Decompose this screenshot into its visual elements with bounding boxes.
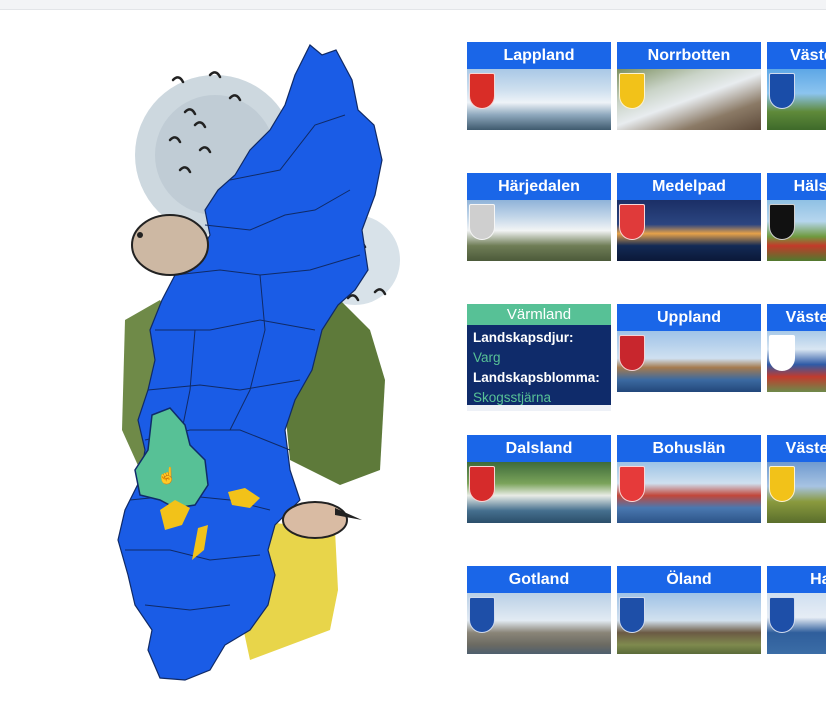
province-card[interactable]: Västerbotten xyxy=(767,42,826,130)
province-title: Hälsingland xyxy=(767,173,826,200)
province-card-hovered[interactable]: Värmland Landskapsdjur: Varg Landskapsbl… xyxy=(467,304,611,411)
browser-top-bar xyxy=(0,0,826,10)
province-card[interactable]: Halland xyxy=(767,566,826,654)
coat-of-arms-icon xyxy=(769,73,795,109)
province-title: Medelpad xyxy=(617,173,761,200)
coat-of-arms-icon xyxy=(469,73,495,109)
province-card[interactable]: Gotland xyxy=(467,566,611,654)
province-photo xyxy=(617,200,761,261)
coat-of-arms-icon xyxy=(769,597,795,633)
coat-of-arms-icon xyxy=(619,73,645,109)
province-title: Dalsland xyxy=(467,435,611,462)
coat-of-arms-icon xyxy=(769,335,795,371)
province-title: Värmland xyxy=(467,304,611,325)
flower-label: Landskapsblomma: xyxy=(473,370,600,385)
coat-of-arms-icon xyxy=(769,204,795,240)
province-title: Bohuslän xyxy=(617,435,761,462)
coat-of-arms-icon xyxy=(469,204,495,240)
province-photo xyxy=(767,331,826,392)
province-title: Västerbotten xyxy=(767,42,826,69)
province-title: Lappland xyxy=(467,42,611,69)
animal-value: Varg xyxy=(473,350,501,365)
province-card[interactable]: Öland xyxy=(617,566,761,654)
province-photo xyxy=(617,331,761,392)
province-card[interactable]: Uppland xyxy=(617,304,761,392)
province-card[interactable]: Västergötland xyxy=(767,304,826,392)
coat-of-arms-icon xyxy=(619,204,645,240)
province-photo xyxy=(767,462,826,523)
province-card[interactable]: Norrbotten xyxy=(617,42,761,130)
province-title: Norrbotten xyxy=(617,42,761,69)
province-title: Västergötland xyxy=(767,304,826,331)
coat-of-arms-icon xyxy=(469,466,495,502)
province-photo xyxy=(767,69,826,130)
province-title: Gotland xyxy=(467,566,611,593)
province-photo xyxy=(617,69,761,130)
province-info-panel: Landskapsdjur: Varg Landskapsblomma: Sko… xyxy=(467,325,611,405)
province-photo xyxy=(617,593,761,654)
province-card[interactable]: Bohuslän xyxy=(617,435,761,523)
coat-of-arms-icon xyxy=(469,597,495,633)
province-title: Härjedalen xyxy=(467,173,611,200)
coat-of-arms-icon xyxy=(619,597,645,633)
province-title: Öland xyxy=(617,566,761,593)
province-title: Halland xyxy=(767,566,826,593)
lemming-illustration xyxy=(131,214,209,276)
province-photo xyxy=(767,593,826,654)
bird-illustration xyxy=(282,501,348,539)
province-cards: Lappland Norrbotten Västerbotten Härjeda… xyxy=(467,42,826,682)
province-photo xyxy=(467,200,611,261)
province-card[interactable]: Dalsland xyxy=(467,435,611,523)
province-photo xyxy=(467,462,611,523)
province-photo xyxy=(467,69,611,130)
coat-of-arms-icon xyxy=(769,466,795,502)
coat-of-arms-icon xyxy=(619,466,645,502)
province-photo xyxy=(617,462,761,523)
coat-of-arms-icon xyxy=(619,335,645,371)
province-title: Västergötland xyxy=(767,435,826,462)
sweden-map[interactable] xyxy=(100,30,420,690)
province-card[interactable]: Medelpad xyxy=(617,173,761,261)
province-photo xyxy=(467,593,611,654)
province-card[interactable]: Härjedalen xyxy=(467,173,611,261)
province-card[interactable]: Västergötland xyxy=(767,435,826,523)
province-photo xyxy=(767,200,826,261)
province-card[interactable]: Lappland xyxy=(467,42,611,130)
animal-label: Landskapsdjur: xyxy=(473,330,574,345)
province-card[interactable]: Hälsingland xyxy=(767,173,826,261)
hand-cursor-icon: ☝ xyxy=(157,468,177,485)
province-title: Uppland xyxy=(617,304,761,331)
flower-value: Skogsstjärna xyxy=(473,390,552,405)
